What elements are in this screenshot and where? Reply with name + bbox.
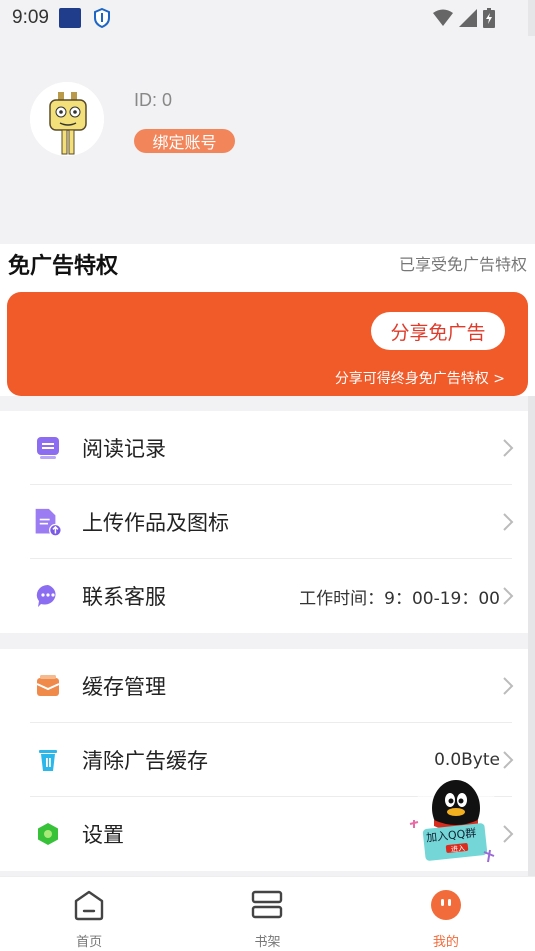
- tab-bookshelf[interactable]: 书架: [178, 877, 356, 951]
- menu-item-upload-works[interactable]: 上传作品及图标: [0, 485, 528, 559]
- profile-face-icon: [430, 890, 461, 920]
- tab-home[interactable]: 首页: [0, 877, 178, 951]
- service-hours: 工作时间：9：00-19：00: [299, 588, 500, 609]
- tab-label: 我的: [432, 935, 459, 950]
- upload-doc-icon: [34, 508, 62, 537]
- menu-group-primary: 阅读记录 上传作品及图标 联系客服 工作时间：9：00-19：00: [0, 411, 528, 633]
- menu-item-read-history[interactable]: 阅读记录: [0, 411, 528, 485]
- battery-icon: [483, 8, 495, 28]
- menu-label: 联系客服: [82, 585, 166, 609]
- chevron-right-icon: [503, 677, 514, 695]
- menu-item-cache-management[interactable]: 缓存管理: [0, 649, 528, 723]
- user-id: ID: 0: [134, 90, 173, 110]
- menu-label: 上传作品及图标: [82, 511, 229, 535]
- giraffe-avatar-icon: [30, 82, 104, 156]
- avatar[interactable]: [30, 82, 104, 156]
- menu-label: 阅读记录: [82, 437, 166, 461]
- bind-account-button[interactable]: 绑定账号: [134, 129, 235, 153]
- chevron-right-icon: [503, 513, 514, 531]
- chevron-right-icon: [503, 439, 514, 457]
- read-history-icon: [34, 434, 62, 462]
- ad-free-title: 免广告特权: [8, 254, 119, 279]
- settings-hex-icon: [34, 820, 62, 848]
- app-notification-icon: [58, 8, 81, 28]
- wifi-icon: [433, 9, 453, 26]
- trash-icon: [34, 746, 62, 774]
- cache-box-icon: [34, 672, 62, 700]
- status-indicators: [433, 8, 495, 28]
- ad-free-status: 已享受免广告特权: [398, 255, 527, 274]
- home-icon: [74, 890, 104, 921]
- bottom-tab-bar: 首页 书架 我的: [0, 876, 535, 951]
- status-time: 9:09: [12, 7, 49, 28]
- menu-label: 缓存管理: [82, 675, 166, 699]
- share-ad-free-button[interactable]: 分享免广告: [371, 312, 505, 350]
- share-hint-link[interactable]: 分享可得终身免广告特权 >: [335, 368, 505, 388]
- ad-free-card[interactable]: 分享免广告 分享可得终身免广告特权 >: [7, 292, 528, 396]
- ad-cache-size: 0.0Byte: [434, 750, 500, 770]
- tab-mine[interactable]: 我的: [357, 877, 535, 951]
- ad-free-section: 免广告特权 已享受免广告特权 分享免广告 分享可得终身免广告特权 >: [0, 244, 535, 396]
- menu-label: 设置: [82, 823, 124, 847]
- menu-label: 清除广告缓存: [82, 749, 208, 773]
- qq-enter-label: 进入: [450, 844, 466, 854]
- shield-notification-icon: [93, 8, 110, 28]
- signal-icon: [459, 9, 477, 27]
- bookshelf-icon: [252, 890, 283, 919]
- chat-bubble-icon: [34, 582, 62, 610]
- chevron-right-icon: [503, 587, 514, 605]
- status-bar: 9:09: [0, 0, 535, 36]
- join-qq-group-button[interactable]: 加入QQ群 进入: [406, 776, 506, 868]
- tab-label: 书架: [254, 935, 281, 950]
- chevron-right-icon: [503, 751, 514, 769]
- tab-label: 首页: [76, 935, 103, 950]
- menu-item-contact-service[interactable]: 联系客服 工作时间：9：00-19：00: [0, 559, 528, 633]
- profile-header: ID: 0 绑定账号: [0, 36, 535, 244]
